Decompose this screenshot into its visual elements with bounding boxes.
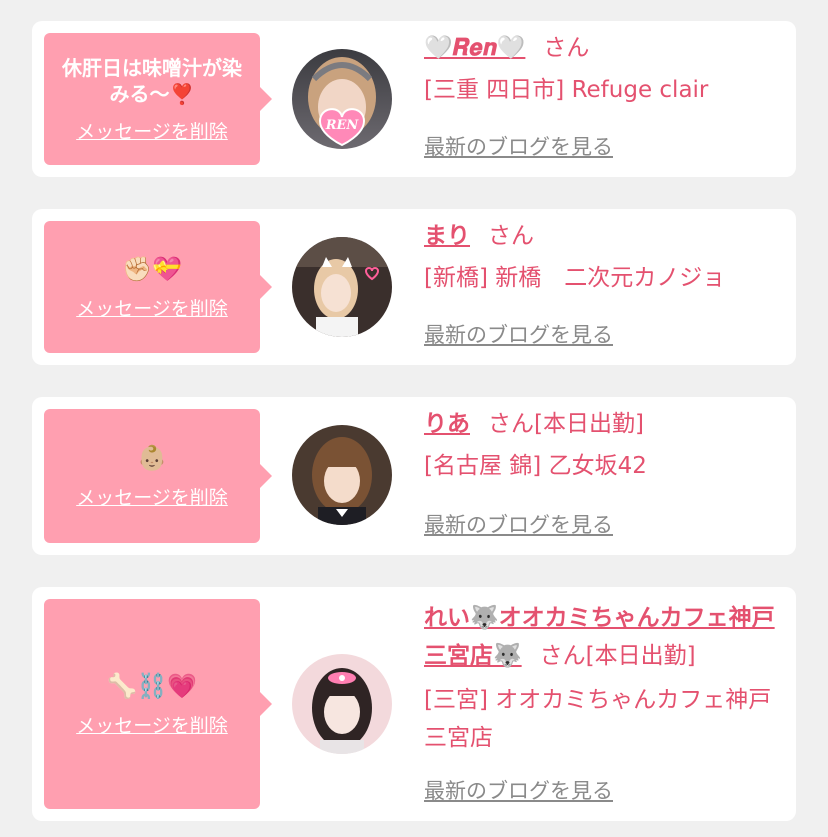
delete-message-link[interactable]: メッセージを削除 [76, 294, 228, 321]
honorific: さん [488, 411, 534, 437]
message-bubble: 🦴⛓️💗 メッセージを削除 [44, 599, 272, 809]
avatar[interactable] [292, 654, 392, 754]
message-bubble: 休肝日は味噌汁が染みる〜❣️ メッセージを削除 [44, 33, 272, 165]
message-text: 🦴⛓️💗 [107, 671, 197, 700]
shop-name: [三重 四日市] Refuge clair [424, 77, 709, 103]
message-card: 🦴⛓️💗 メッセージを削除 れい🐺オオカミちゃんカフェ神戸三宮店🐺 さん[本日出勤… [32, 587, 796, 821]
latest-blog-link[interactable]: 最新のブログを見る [424, 775, 613, 805]
latest-blog-link[interactable]: 最新のブログを見る [424, 509, 613, 539]
message-text: ✊🏻💝 [122, 254, 182, 283]
avatar[interactable] [292, 425, 392, 525]
name-line: りあ さん[本日出勤] [424, 407, 786, 441]
message-card: 休肝日は味噌汁が染みる〜❣️ メッセージを削除 REN 🤍𝑹𝒆𝒏🤍 さん [三重 … [32, 21, 796, 177]
avatar-photo [292, 654, 392, 754]
delete-message-link[interactable]: メッセージを削除 [76, 483, 228, 510]
avatar-stamp-text: REN [325, 118, 360, 133]
avatar[interactable] [292, 237, 392, 337]
shop-name: [名古屋 錦] 乙女坂42 [424, 453, 647, 479]
honorific: さん [543, 35, 590, 61]
profile-info: 🤍𝑹𝒆𝒏🤍 さん [三重 四日市] Refuge clair 最新のブログを見る [424, 31, 786, 171]
latest-blog-link[interactable]: 最新のブログを見る [424, 319, 613, 349]
message-bubble: 👶🏼 メッセージを削除 [44, 409, 272, 543]
message-card: ✊🏻💝 メッセージを削除 まり さん [新橋] 新橋 二次元カノジョ 最新のブログ… [32, 209, 796, 365]
shop-name: [三宮] オオカミちゃんカフェ神戸三宮店 [424, 687, 772, 751]
name-line: まり さん [424, 219, 786, 253]
latest-blog-link[interactable]: 最新のブログを見る [424, 131, 613, 161]
shop-name: [新橋] 新橋 二次元カノジョ [424, 265, 726, 291]
status-text: [本日出勤] [534, 411, 644, 437]
avatar[interactable]: REN [292, 49, 392, 149]
message-card: 👶🏼 メッセージを削除 りあ さん[本日出勤] [名古屋 錦] 乙女坂42 最新の… [32, 397, 796, 555]
avatar-photo [292, 237, 392, 337]
message-text: 休肝日は味噌汁が染みる〜❣️ [62, 55, 242, 106]
avatar-photo: REN [292, 49, 392, 149]
profile-name-link[interactable]: りあ [424, 411, 470, 437]
profile-info: れい🐺オオカミちゃんカフェ神戸三宮店🐺 さん[本日出勤] [三宮] オオカミちゃん… [424, 599, 786, 815]
delete-message-link[interactable]: メッセージを削除 [76, 117, 228, 144]
profile-info: りあ さん[本日出勤] [名古屋 錦] 乙女坂42 最新のブログを見る [424, 407, 786, 547]
status-text: [本日出勤] [585, 643, 696, 669]
message-bubble: ✊🏻💝 メッセージを削除 [44, 221, 272, 353]
honorific: さん [539, 643, 586, 669]
profile-name-link[interactable]: 🤍𝑹𝒆𝒏🤍 [424, 35, 525, 61]
delete-message-link[interactable]: メッセージを削除 [76, 711, 228, 738]
name-line: れい🐺オオカミちゃんカフェ神戸三宮店🐺 さん[本日出勤] [424, 599, 786, 675]
message-text: 👶🏼 [137, 443, 167, 472]
profile-info: まり さん [新橋] 新橋 二次元カノジョ 最新のブログを見る [424, 219, 786, 359]
profile-name-link[interactable]: まり [424, 223, 470, 249]
name-line: 🤍𝑹𝒆𝒏🤍 さん [424, 31, 786, 65]
avatar-photo [292, 425, 392, 525]
honorific: さん [488, 223, 534, 249]
